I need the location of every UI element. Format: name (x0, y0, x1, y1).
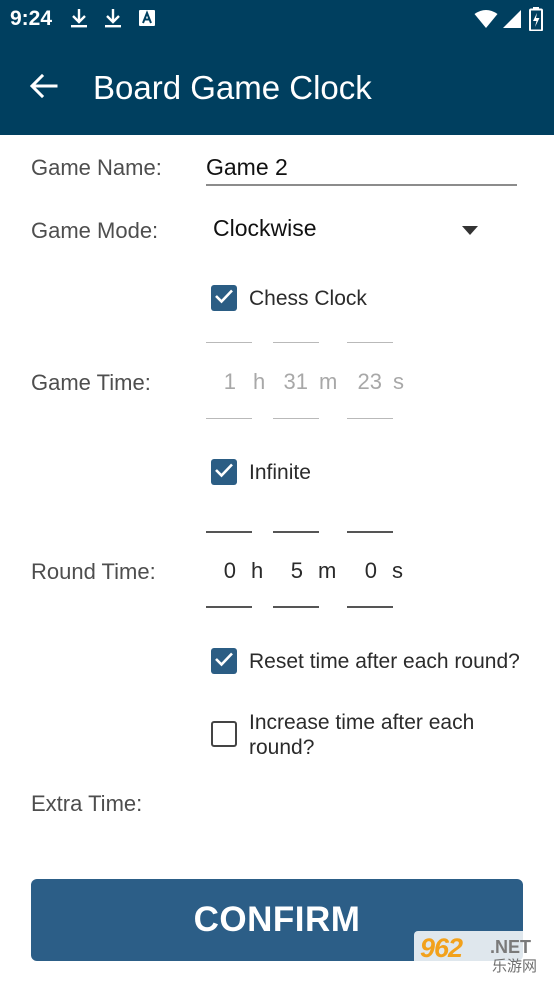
increase-time-option[interactable]: Increase time after each round? (211, 708, 531, 764)
download-icon (70, 8, 88, 28)
arrow-left-icon (29, 73, 58, 103)
input-underline (206, 606, 252, 608)
input-underline (273, 606, 319, 608)
wifi-icon (474, 9, 498, 29)
game-mode-dropdown[interactable]: Clockwise (206, 208, 488, 248)
cell-signal-icon (502, 9, 522, 29)
round-time-hours-input[interactable]: 0 (206, 557, 236, 585)
seconds-unit: s (393, 369, 404, 394)
game-name-value: Game 2 (206, 154, 288, 180)
checkmark-icon (214, 288, 234, 309)
font-badge-icon (138, 8, 156, 28)
game-time-label: Game Time: (31, 370, 151, 395)
hours-unit: h (251, 558, 264, 583)
watermark-logo: 962 .NET 乐游网 (414, 931, 548, 979)
game-time-minutes-input[interactable]: 31 (273, 368, 308, 396)
checkmark-icon (214, 462, 234, 483)
game-time-seconds-input[interactable]: 23 (347, 368, 382, 396)
increase-time-label-line2: round? (249, 736, 315, 759)
watermark-subtitle: 乐游网 (492, 958, 538, 975)
seconds-unit: s (392, 558, 403, 583)
increase-time-checkbox[interactable] (211, 721, 237, 747)
game-time-hours-input[interactable]: 1 (206, 368, 236, 396)
round-time-minutes-input[interactable]: 5 (273, 557, 303, 585)
watermark-number: 962 (420, 933, 463, 963)
checkmark-icon (214, 651, 234, 672)
battery-icon (529, 7, 543, 32)
input-underline (347, 418, 393, 419)
round-time-label: Round Time: (31, 559, 156, 584)
game-mode-value: Clockwise (213, 215, 317, 241)
dropdown-arrow-icon (462, 223, 478, 235)
reset-time-option[interactable]: Reset time after each round? (211, 647, 531, 677)
divider (273, 342, 319, 343)
page-title: Board Game Clock (93, 69, 372, 106)
input-underline (206, 418, 252, 419)
infinite-option[interactable]: Infinite (211, 458, 371, 488)
minutes-unit: m (319, 369, 338, 394)
back-button[interactable] (24, 68, 64, 108)
download-icon (104, 8, 122, 28)
status-time: 9:24 (10, 7, 53, 30)
game-mode-label: Game Mode: (31, 218, 159, 243)
divider (206, 342, 252, 343)
watermark-suffix: .NET (490, 937, 532, 957)
input-underline (273, 418, 319, 419)
divider (206, 531, 252, 533)
chess-clock-label: Chess Clock (249, 287, 367, 310)
round-time-seconds-input[interactable]: 0 (347, 557, 377, 585)
minutes-unit: m (318, 558, 337, 583)
reset-time-label: Reset time after each round? (249, 650, 520, 673)
input-underline (347, 606, 393, 608)
chess-clock-checkbox[interactable] (211, 285, 237, 311)
hours-unit: h (253, 369, 266, 394)
infinite-label: Infinite (249, 461, 311, 484)
chess-clock-option[interactable]: Chess Clock (211, 284, 411, 314)
game-name-label: Game Name: (31, 155, 162, 180)
increase-time-label-line1: Increase time after each (249, 711, 475, 734)
divider (347, 531, 393, 533)
reset-time-checkbox[interactable] (211, 648, 237, 674)
input-underline (206, 184, 517, 186)
infinite-checkbox[interactable] (211, 459, 237, 485)
extra-time-label: Extra Time: (31, 791, 143, 816)
app-bar: Board Game Clock (0, 38, 554, 135)
game-name-input[interactable]: Game 2 (206, 150, 517, 188)
status-bar: 9:24 (0, 0, 554, 38)
divider (347, 342, 393, 343)
divider (273, 531, 319, 533)
